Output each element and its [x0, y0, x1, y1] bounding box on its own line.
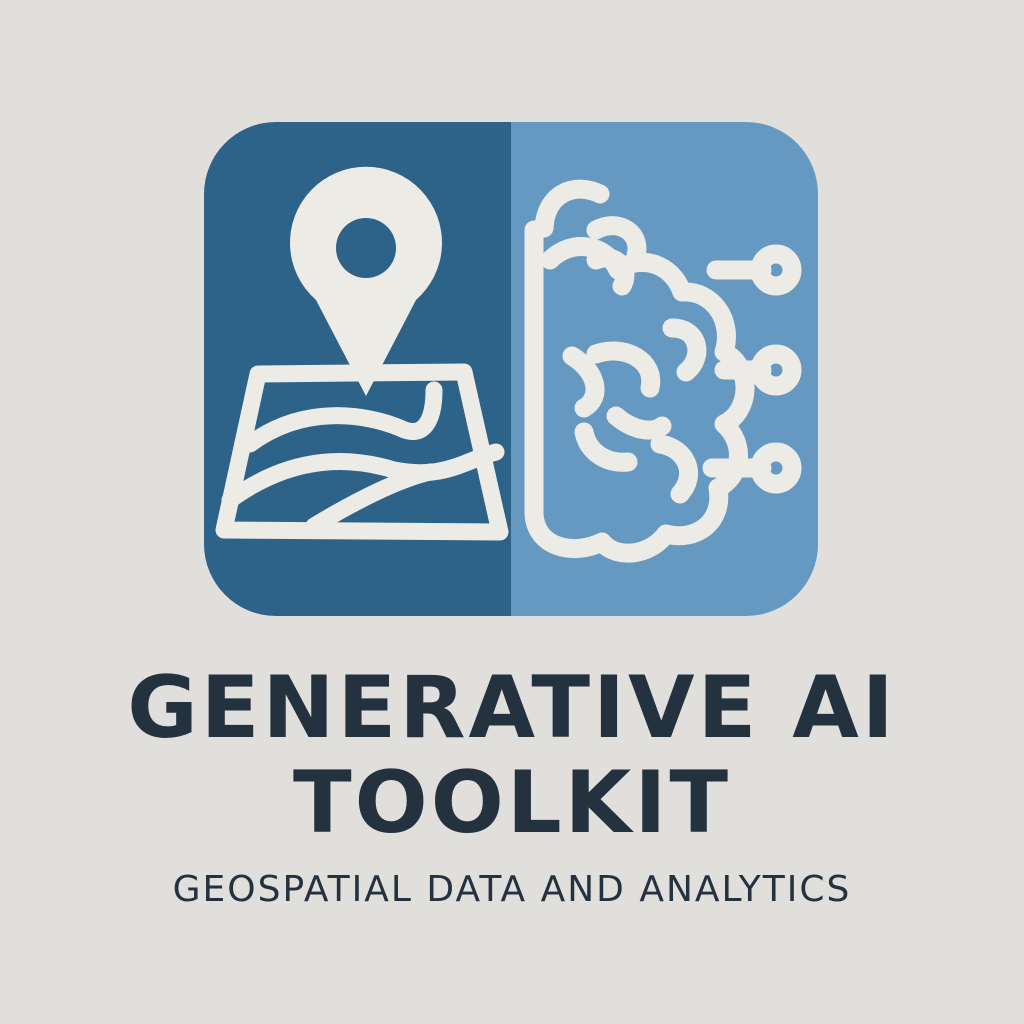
logo-emblem — [204, 122, 818, 616]
logo-title-line-2: TOOLKIT — [293, 753, 731, 853]
logo-title-line-1: GENERATIVE AI — [127, 658, 897, 758]
logo-tagline: GEOSPATIAL DATA AND ANALYTICS — [172, 869, 852, 910]
toolkit-logo: GENERATIVE AI TOOLKIT GEOSPATIAL DATA AN… — [0, 0, 1024, 1024]
